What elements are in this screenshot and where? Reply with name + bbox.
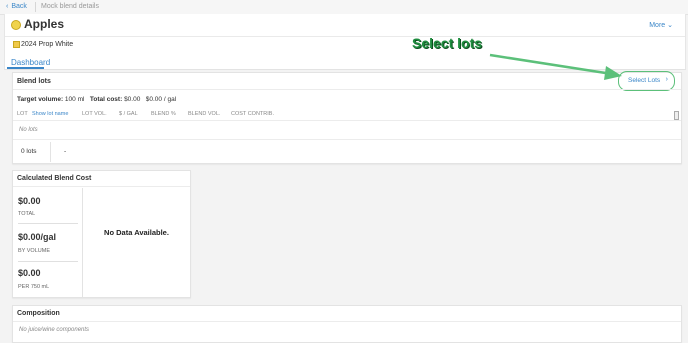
- breadcrumb: Mock blend details: [41, 3, 99, 10]
- page-header: Apples More ⌄ 2024 Prop White: [4, 14, 686, 56]
- cost-divider: [82, 188, 83, 297]
- col-cost-contrib: COST CONTRIB.: [231, 111, 274, 117]
- blend-lots-title: Blend lots: [17, 78, 51, 85]
- page-title: Apples: [24, 17, 65, 31]
- target-summary: Target volume: 100 ml Total cost: $0.00 …: [17, 96, 176, 103]
- divider: [13, 321, 681, 322]
- back-link[interactable]: ‹ Back: [6, 3, 27, 10]
- empty-lots-text: No lots: [19, 127, 38, 133]
- col-lot-vol: LOT VOL.: [82, 111, 107, 117]
- annotation-label: Select lots: [412, 35, 483, 51]
- divider: [18, 223, 78, 224]
- tab-dashboard[interactable]: Dashboard: [11, 58, 50, 67]
- lot-count: 0 lots: [21, 148, 37, 155]
- cost-summary: $0.00 TOTAL $0.00/gal BY VOLUME $0.00 PE…: [13, 188, 82, 297]
- target-volume-label: Target volume:: [17, 96, 64, 103]
- footer-divider: [50, 142, 51, 162]
- target-volume-value: 100 ml: [64, 96, 85, 103]
- calculated-cost-title: Calculated Blend Cost: [17, 175, 92, 182]
- divider: [13, 89, 681, 90]
- back-label: Back: [11, 3, 27, 10]
- cost-by-volume-caption: BY VOLUME: [18, 248, 50, 254]
- vintage-label: 2024 Prop White: [21, 41, 74, 48]
- select-lots-label: Select Lots: [628, 77, 661, 84]
- divider: [13, 120, 681, 121]
- composition-card: Composition No juice/wine components: [12, 305, 682, 343]
- cost-per-750-amount: $0.00: [18, 268, 41, 278]
- more-label: More: [649, 22, 666, 29]
- col-per-gal: $ / GAL: [119, 111, 138, 117]
- more-menu-button[interactable]: More ⌄: [649, 21, 673, 29]
- chevron-right-icon: ›: [665, 76, 668, 83]
- table-header: LOT Show lot name LOT VOL. $ / GAL BLEND…: [13, 109, 681, 120]
- scroll-handle[interactable]: [674, 111, 679, 120]
- active-tab-indicator: [7, 67, 44, 69]
- folder-icon: [13, 41, 20, 48]
- col-blend-vol: BLEND VOL.: [188, 111, 221, 117]
- total-cost-label: Total cost:: [89, 96, 123, 103]
- total-cost-amount: $0.00: [18, 196, 41, 206]
- col-blend-percent: BLEND %: [151, 111, 176, 117]
- show-lot-name-toggle[interactable]: Show lot name: [32, 111, 68, 117]
- tab-bar: Dashboard: [4, 56, 686, 70]
- footer-total: -: [64, 148, 67, 155]
- cost-per-gal: $0.00 / gal: [145, 96, 177, 103]
- col-lot: LOT: [17, 111, 28, 117]
- breadcrumb-separator: [35, 2, 36, 12]
- divider: [13, 186, 190, 187]
- total-cost-caption: TOTAL: [18, 211, 36, 217]
- cost-per-750-caption: PER 750 mL: [18, 284, 50, 290]
- header-divider: [5, 36, 685, 37]
- divider: [18, 261, 78, 262]
- blend-lots-card: Blend lots Select Lots › Target volume: …: [12, 71, 682, 164]
- no-data-message: No Data Available.: [104, 228, 169, 237]
- top-bar: ‹ Back Mock blend details: [0, 0, 688, 15]
- chevron-left-icon: ‹: [6, 3, 9, 10]
- composition-title: Composition: [17, 310, 60, 317]
- chevron-down-icon: ⌄: [667, 22, 673, 29]
- cost-by-volume-amount: $0.00/gal: [18, 232, 57, 242]
- total-cost-value: $0.00: [124, 96, 141, 103]
- composition-empty-text: No juice/wine components: [19, 327, 90, 333]
- calculated-cost-card: Calculated Blend Cost $0.00 TOTAL $0.00/…: [12, 170, 191, 298]
- table-footer: 0 lots -: [13, 140, 681, 162]
- select-lots-button[interactable]: Select Lots ›: [618, 71, 675, 91]
- apple-icon: [11, 20, 21, 30]
